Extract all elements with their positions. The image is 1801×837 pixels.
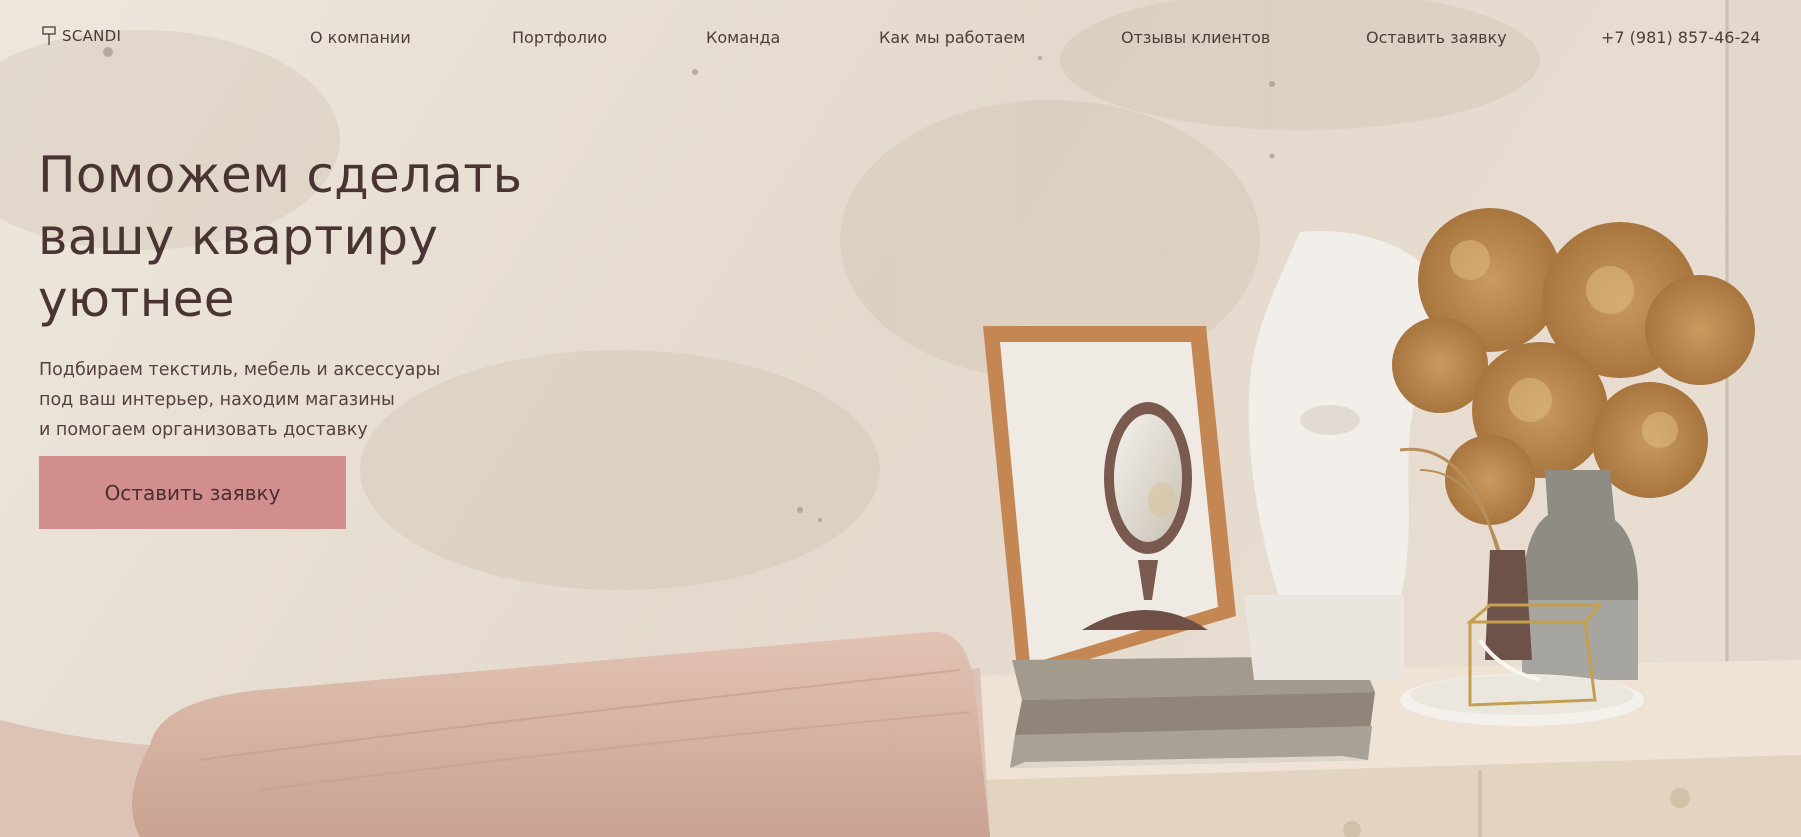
nav-item-team[interactable]: Команда — [706, 28, 780, 47]
main-navigation: О компании Портфолио Команда Как мы рабо… — [0, 28, 1801, 50]
hero-subtitle-line: под ваш интерьер, находим магазины — [39, 390, 395, 410]
hero-subtitle-line: и помогаем организовать доставку — [39, 420, 368, 440]
hero-title-line: Поможем сделать — [38, 146, 523, 204]
hero-title-line: вашу квартиру — [38, 208, 439, 266]
nav-item-reviews[interactable]: Отзывы клиентов — [1121, 28, 1270, 47]
hero-section: SCANDI О компании Портфолио Команда Как … — [0, 0, 1801, 837]
leave-request-button[interactable]: Оставить заявку — [39, 456, 346, 529]
nav-item-request[interactable]: Оставить заявку — [1366, 28, 1507, 47]
nav-item-about[interactable]: О компании — [310, 28, 411, 47]
phone-link[interactable]: +7 (981) 857-46-24 — [1601, 28, 1761, 47]
hero-subtitle: Подбираем текстиль, мебель и аксессуары … — [39, 355, 440, 445]
nav-item-how-we-work[interactable]: Как мы работаем — [879, 28, 1025, 47]
nav-item-portfolio[interactable]: Портфолио — [512, 28, 607, 47]
hero-subtitle-line: Подбираем текстиль, мебель и аксессуары — [39, 360, 441, 380]
hero-title-line: уютнее — [38, 270, 235, 328]
hero-title: Поможем сделать вашу квартиру уютнее — [38, 144, 598, 330]
